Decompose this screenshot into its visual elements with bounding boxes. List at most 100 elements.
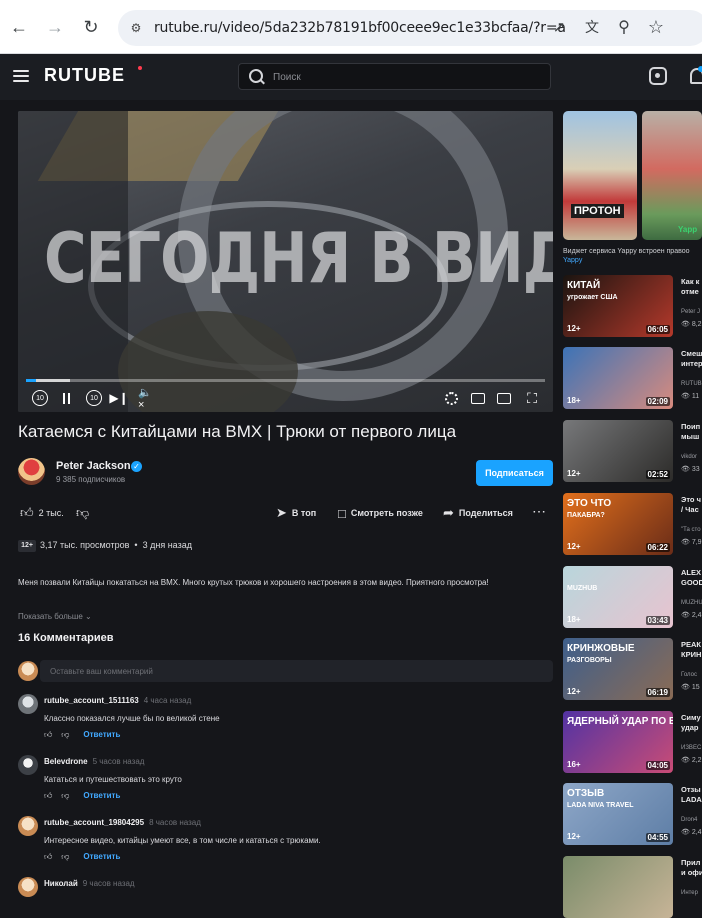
fullscreen-icon[interactable]: ⛶ bbox=[524, 390, 540, 406]
promo-link[interactable]: Yappy bbox=[563, 257, 582, 264]
comment-input[interactable] bbox=[50, 665, 530, 677]
zoom-icon[interactable]: ⚲ bbox=[611, 14, 637, 40]
recommendation-title-line[interactable]: LADA bbox=[681, 795, 702, 804]
recommendation-title-line[interactable]: и офи bbox=[681, 868, 702, 877]
recommendation-title[interactable]: Поип мыш bbox=[681, 422, 700, 442]
open-in-app-icon[interactable]: ↗ bbox=[546, 14, 572, 40]
comment-avatar[interactable] bbox=[18, 877, 38, 897]
back-arrow-icon[interactable]: ← bbox=[6, 14, 32, 40]
mute-icon[interactable]: 🔈× bbox=[138, 387, 154, 411]
menu-icon[interactable] bbox=[13, 70, 29, 82]
comment-author[interactable]: rutube_account_19804295 8 часов назад bbox=[44, 818, 201, 827]
video-player[interactable]: СЕГОДНЯ В ВИДЕО 10 10 ▶❙ 🔈× ⛶ bbox=[18, 111, 553, 412]
recommendation-title-line[interactable]: мыш bbox=[681, 432, 699, 441]
recommendation-thumbnail[interactable]: ЭТО ЧТО ПАКАБРА? 12+ 06:22 bbox=[563, 493, 673, 555]
bookmark-star-icon[interactable]: ☆ bbox=[643, 14, 669, 40]
pause-icon[interactable] bbox=[58, 390, 74, 406]
comment-author-name[interactable]: rutube_account_1511163 bbox=[44, 696, 139, 705]
translate-icon[interactable]: 文 bbox=[579, 14, 605, 40]
upload-icon[interactable] bbox=[649, 67, 667, 85]
recommendation-title[interactable]: РЕАК КРИН bbox=[681, 640, 701, 660]
channel-name[interactable]: Peter Jackson bbox=[56, 460, 131, 472]
recommendation-thumbnail[interactable] bbox=[563, 856, 673, 918]
recommendation-title-line[interactable]: ALEX bbox=[681, 568, 701, 577]
promo-video-thumb[interactable]: Yapp bbox=[642, 111, 702, 240]
thumbs-down-icon[interactable]: 👎︎ bbox=[61, 791, 69, 800]
recommendation-title-line[interactable]: Как к bbox=[681, 277, 699, 286]
comment-avatar[interactable] bbox=[18, 816, 38, 836]
recommendation-thumbnail[interactable]: ОТЗЫВ LADA NIVA TRAVEL 12+ 04:55 bbox=[563, 783, 673, 845]
thumbs-down-icon[interactable]: 👎︎ bbox=[61, 730, 69, 739]
recommendation-title-line[interactable]: интер bbox=[681, 359, 702, 368]
recommendation-title-line[interactable]: КРИН bbox=[681, 650, 701, 659]
thumbs-up-icon[interactable]: 👍︎ bbox=[44, 730, 52, 739]
promo-video-thumb[interactable]: ПРОТОН bbox=[563, 111, 637, 240]
to-top-button[interactable]: ➤ В топ bbox=[276, 505, 316, 521]
comment-author[interactable]: rutube_account_1511163 4 часа назад bbox=[44, 696, 191, 705]
recommendation-channel[interactable]: ИЗВЕС bbox=[681, 745, 701, 751]
dislike-button[interactable]: 👎︎ bbox=[76, 505, 94, 521]
reply-button[interactable]: Ответить bbox=[83, 730, 120, 739]
watch-later-button[interactable]: □ Смотреть позже bbox=[338, 505, 423, 521]
recommendation-channel[interactable]: Интер bbox=[681, 890, 698, 896]
recommendation-title[interactable]: Симу удар bbox=[681, 713, 701, 733]
recommendation-channel[interactable]: Dron4 bbox=[681, 817, 697, 823]
progress-bar[interactable] bbox=[26, 379, 545, 382]
recommendation-title[interactable]: Это ч / Час bbox=[681, 495, 701, 515]
reply-button[interactable]: Ответить bbox=[83, 852, 120, 861]
comment-author-name[interactable]: Николай bbox=[44, 879, 78, 888]
thumbs-down-icon[interactable]: 👎︎ bbox=[61, 852, 69, 861]
comment-avatar[interactable] bbox=[18, 755, 38, 775]
recommendation-channel[interactable]: vikdor bbox=[681, 454, 697, 460]
comment-author-name[interactable]: Belevdrone bbox=[44, 757, 88, 766]
comment-author[interactable]: Николай 9 часов назад bbox=[44, 879, 135, 888]
share-button[interactable]: ➦ Поделиться bbox=[443, 505, 513, 521]
recommendation-channel[interactable]: Голос bbox=[681, 672, 697, 678]
theater-mode-icon[interactable] bbox=[497, 393, 511, 404]
recommendation-title-line[interactable]: Смеш bbox=[681, 349, 702, 358]
recommendation-thumbnail[interactable]: MUZHUB 18+ 03:43 bbox=[563, 566, 673, 628]
recommendation-title-line[interactable]: РЕАК bbox=[681, 640, 701, 649]
recommendation-title[interactable]: Отзы LADA bbox=[681, 785, 702, 805]
recommendation-title-line[interactable]: Прил bbox=[681, 858, 700, 867]
forward-arrow-icon[interactable]: → bbox=[42, 14, 68, 40]
recommendation-title[interactable]: Смеш интер bbox=[681, 349, 702, 369]
recommendation-title[interactable]: Прил и офи bbox=[681, 858, 702, 878]
comment-author[interactable]: Belevdrone 5 часов назад bbox=[44, 757, 144, 766]
thumbs-up-icon[interactable]: 👍︎ bbox=[44, 791, 52, 800]
recommendation-channel[interactable]: RUTUB bbox=[681, 381, 702, 387]
recommendation-title-line[interactable]: Симу bbox=[681, 713, 701, 722]
comment-author-name[interactable]: rutube_account_19804295 bbox=[44, 818, 144, 827]
recommendation-thumbnail[interactable]: ЯДЕРНЫЙ УДАР ПО ЕВРОПЕ: 16+ 04:05 bbox=[563, 711, 673, 773]
settings-gear-icon[interactable] bbox=[445, 392, 458, 405]
recommendation-title-line[interactable]: удар bbox=[681, 723, 699, 732]
rewind-10-icon[interactable]: 10 bbox=[32, 390, 48, 406]
search-input[interactable] bbox=[273, 69, 533, 85]
recommendation-title[interactable]: Как к отме bbox=[681, 277, 699, 297]
search-icon[interactable] bbox=[249, 69, 263, 83]
recommendation-title[interactable]: ALEX GOOD bbox=[681, 568, 702, 588]
reply-button[interactable]: Ответить bbox=[83, 791, 120, 800]
recommendation-thumbnail[interactable]: КРИНЖОВЫЕ РАЗГОВОРЫ 12+ 06:19 bbox=[563, 638, 673, 700]
search-box[interactable] bbox=[238, 63, 551, 90]
recommendation-thumbnail[interactable]: КИТАЙ угрожает США 12+ 06:05 bbox=[563, 275, 673, 337]
recommendation-channel[interactable]: MUZHU bbox=[681, 600, 702, 606]
site-settings-icon[interactable]: ⚙ bbox=[126, 18, 146, 38]
address-url[interactable]: rutube.ru/video/5da232b78191bf00ceee9ec1… bbox=[154, 20, 566, 36]
recommendation-title-line[interactable]: Это ч bbox=[681, 495, 701, 504]
recommendation-title-line[interactable]: GOOD bbox=[681, 578, 702, 587]
comment-avatar[interactable] bbox=[18, 694, 38, 714]
rutube-logo[interactable]: RUTUBE bbox=[44, 65, 125, 86]
recommendation-title-line[interactable]: отме bbox=[681, 287, 699, 296]
thumbs-up-icon[interactable]: 👍︎ bbox=[44, 852, 52, 861]
next-video-icon[interactable]: ▶❙ bbox=[109, 390, 128, 406]
recommendation-title-line[interactable]: Отзы bbox=[681, 785, 701, 794]
forward-10-icon[interactable]: 10 bbox=[86, 390, 102, 406]
channel-avatar[interactable] bbox=[18, 458, 45, 485]
like-button[interactable]: 👍︎ 2 тыс. bbox=[20, 505, 64, 521]
recommendation-channel[interactable]: "Та сто bbox=[681, 527, 701, 533]
comment-box[interactable] bbox=[40, 660, 553, 682]
recommendation-title-line[interactable]: Поип bbox=[681, 422, 700, 431]
show-more-link[interactable]: Показать больше ⌄ bbox=[18, 612, 92, 621]
subscribe-button[interactable]: Подписаться bbox=[476, 460, 553, 486]
